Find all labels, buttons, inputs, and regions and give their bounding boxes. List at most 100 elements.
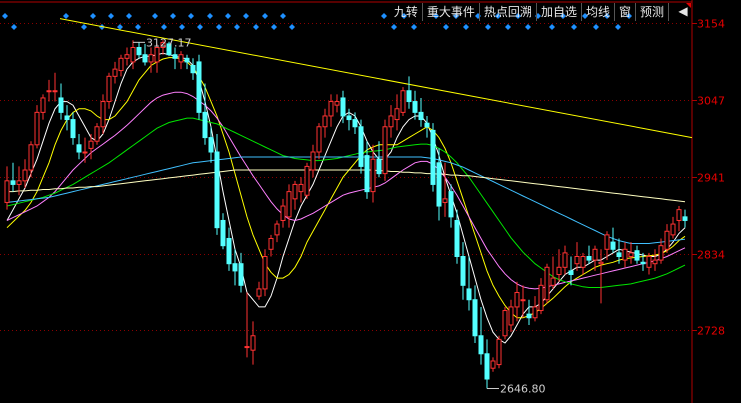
event-marker-icon[interactable]: [411, 24, 417, 30]
event-marker-icon[interactable]: [505, 24, 511, 30]
event-marker-icon[interactable]: [2, 13, 8, 19]
candle-up: [652, 259, 658, 265]
candle-up: [544, 266, 550, 301]
event-marker-icon[interactable]: [126, 13, 132, 19]
event-marker-icon[interactable]: [90, 13, 96, 19]
candle-down: [478, 335, 484, 355]
candle-up: [646, 255, 652, 268]
candle-up: [520, 299, 526, 302]
candle-up: [370, 158, 376, 193]
jiuzhuan-button[interactable]: 九转: [390, 3, 422, 21]
moving-average-button[interactable]: 均线: [580, 3, 614, 21]
event-marker-icon[interactable]: [170, 13, 176, 19]
candle-down: [358, 126, 364, 167]
event-marker-icon[interactable]: [271, 24, 277, 30]
event-marker-icon[interactable]: [615, 24, 621, 30]
candle-up: [496, 338, 502, 366]
candle-up: [400, 90, 406, 113]
event-marker-icon[interactable]: [108, 13, 114, 19]
candle-down: [238, 263, 244, 286]
candle-down: [190, 65, 196, 74]
event-marker-icon[interactable]: [63, 13, 69, 19]
candle-up: [658, 245, 664, 261]
candle-down: [484, 353, 490, 380]
event-marker-icon[interactable]: [463, 24, 469, 30]
candle-up: [676, 209, 682, 221]
event-marker-icon[interactable]: [243, 13, 249, 19]
y-tick-label: 2834: [697, 249, 725, 262]
candle-down: [196, 61, 202, 113]
high-price-label: 3127.17: [146, 36, 192, 49]
candle-up: [40, 97, 46, 113]
event-marker-icon[interactable]: [253, 24, 259, 30]
event-marker-icon[interactable]: [381, 13, 387, 19]
candle-up: [250, 335, 256, 351]
event-marker-icon[interactable]: [391, 24, 397, 30]
candle-down: [64, 115, 70, 121]
event-marker-icon[interactable]: [207, 13, 213, 19]
event-marker-icon[interactable]: [280, 13, 286, 19]
candle-up: [286, 191, 292, 218]
event-marker-icon[interactable]: [234, 24, 240, 30]
chart-toolbar: 九转 重大事件 热点回溯 加自选 均线 窗 预测: [390, 3, 691, 21]
candle-up: [280, 205, 286, 221]
event-marker-icon[interactable]: [197, 24, 203, 30]
event-marker-icon[interactable]: [135, 24, 141, 30]
event-marker-icon[interactable]: [81, 24, 87, 30]
ma120-line: [7, 169, 686, 203]
candle-up: [292, 183, 298, 200]
event-marker-icon[interactable]: [549, 24, 555, 30]
candle-down: [352, 119, 358, 128]
event-marker-icon[interactable]: [525, 24, 531, 30]
candle-up: [502, 310, 508, 337]
candle-up: [16, 180, 22, 185]
event-marker-icon[interactable]: [161, 24, 167, 30]
event-marker-icon[interactable]: [216, 24, 222, 30]
collapse-icon[interactable]: ◀: [676, 2, 690, 20]
candle-up: [394, 108, 400, 121]
candle-up: [604, 234, 610, 250]
candle-down: [616, 252, 622, 257]
low-price-label: 2646.80: [500, 383, 546, 396]
event-marker-icon[interactable]: [593, 24, 599, 30]
forecast-button[interactable]: 预测: [634, 3, 668, 21]
candle-down: [430, 129, 436, 185]
candle-up: [622, 248, 628, 261]
event-marker-icon[interactable]: [262, 13, 268, 19]
candle-up: [262, 255, 268, 290]
candle-up: [148, 54, 154, 63]
event-marker-icon[interactable]: [571, 24, 577, 30]
candle-up: [574, 255, 580, 265]
candle-up: [334, 101, 340, 106]
candle-down: [406, 90, 412, 103]
candle-down: [220, 219, 226, 247]
event-marker-icon[interactable]: [179, 24, 185, 30]
window-button[interactable]: 窗: [613, 3, 635, 21]
event-marker-icon[interactable]: [152, 13, 158, 19]
candle-up: [442, 198, 448, 203]
candle-up: [508, 306, 514, 326]
event-marker-icon[interactable]: [443, 24, 449, 30]
y-tick-label: 3154: [697, 18, 725, 31]
candle-down: [340, 97, 346, 117]
event-marker-icon[interactable]: [225, 13, 231, 19]
candle-up: [562, 252, 568, 268]
event-marker-icon[interactable]: [11, 24, 17, 30]
candle-up: [82, 151, 88, 154]
candle-up: [550, 277, 556, 286]
candle-down: [634, 250, 640, 261]
candle-down: [76, 144, 82, 153]
candle-down: [58, 97, 64, 113]
candle-up: [52, 90, 58, 93]
candle-down: [232, 263, 238, 272]
hotspot-review-button[interactable]: 热点回溯: [478, 3, 536, 21]
add-watchlist-button[interactable]: 加自选: [535, 3, 581, 21]
event-marker-icon[interactable]: [289, 24, 295, 30]
event-marker-icon[interactable]: [485, 24, 491, 30]
candle-down: [10, 180, 16, 185]
event-marker-icon[interactable]: [188, 13, 194, 19]
candle-up: [538, 284, 544, 312]
candle-down: [448, 191, 454, 218]
major-events-button[interactable]: 重大事件: [421, 3, 479, 21]
candle-down: [70, 119, 76, 139]
